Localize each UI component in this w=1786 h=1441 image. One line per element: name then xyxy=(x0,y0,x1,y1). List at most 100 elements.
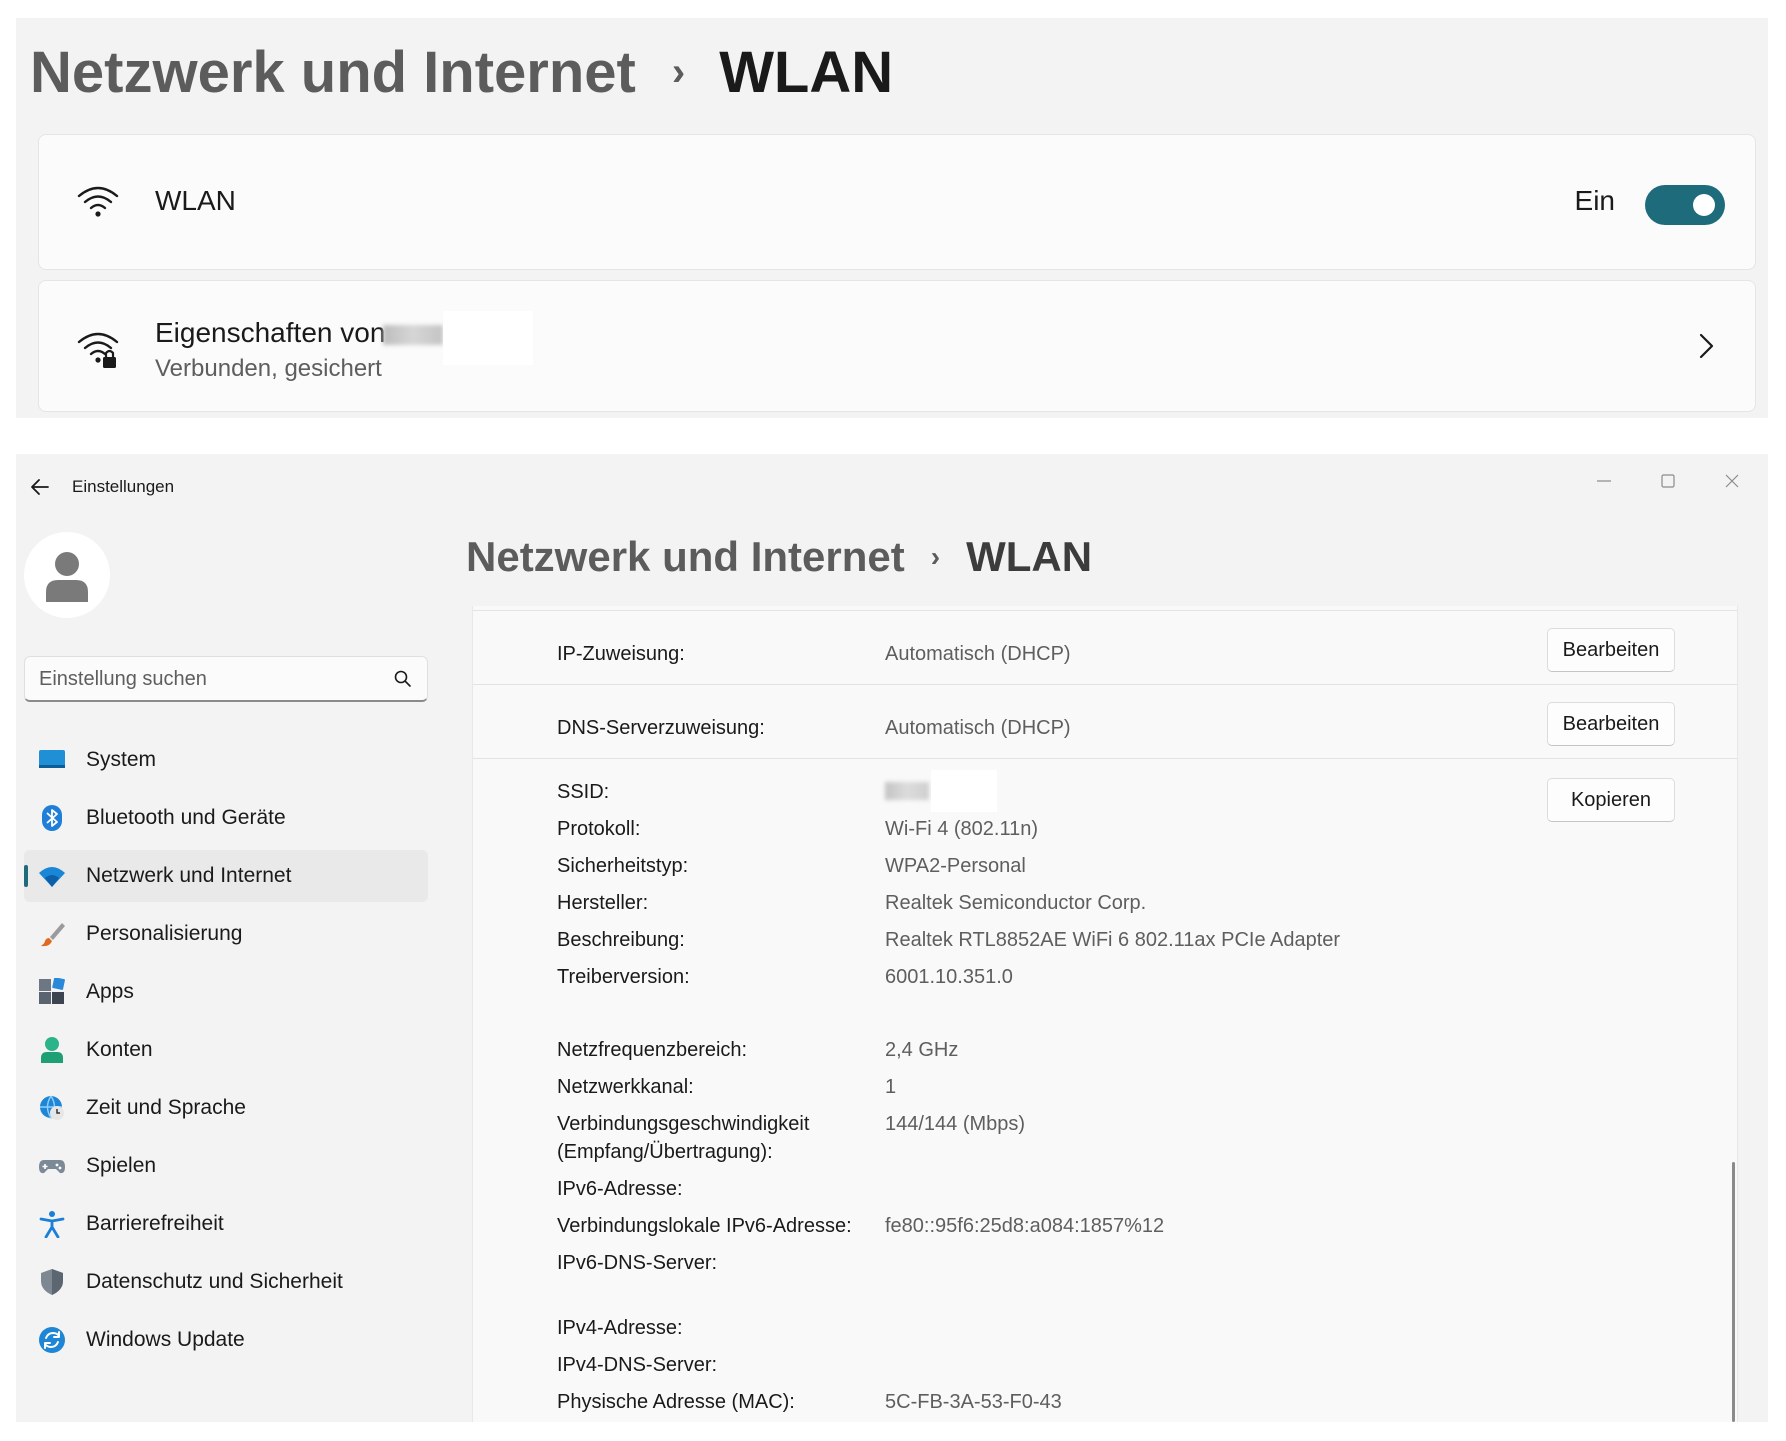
sidebar-item-label: Personalisierung xyxy=(86,922,243,945)
dns-assignment-label: DNS-Serverzuweisung: xyxy=(557,717,765,739)
row-divider xyxy=(473,684,1737,685)
breadcrumb: Netzwerk und Internet › WLAN xyxy=(30,32,893,112)
sidebar-item-label: Bluetooth und Geräte xyxy=(86,806,286,829)
sidebar-item-label: Netzwerk und Internet xyxy=(86,864,292,887)
redacted-network-name xyxy=(383,325,443,345)
driver-version-label: Treiberversion: xyxy=(557,966,690,988)
sidebar-item-label: System xyxy=(86,748,157,771)
sidebar-item-label: Zeit und Sprache xyxy=(86,1096,246,1119)
close-button[interactable] xyxy=(1710,464,1754,498)
breadcrumb-parent[interactable]: Netzwerk und Internet xyxy=(30,39,636,106)
sidebar-item-label: Windows Update xyxy=(86,1328,245,1351)
account-icon xyxy=(41,1037,63,1063)
sidebar-item-label: Spielen xyxy=(86,1154,157,1177)
sidebar-item-accounts[interactable]: Konten xyxy=(24,1024,428,1076)
wlan-toggle-card: WLAN Ein xyxy=(38,134,1756,270)
minimize-icon xyxy=(1597,480,1611,482)
frequency-band-label: Netzfrequenzbereich: xyxy=(557,1039,748,1061)
sidebar-item-personalization[interactable]: Personalisierung xyxy=(24,908,428,960)
link-speed-label: Verbindungsgeschwindigkeit xyxy=(557,1113,810,1135)
manufacturer-label: Hersteller: xyxy=(557,892,649,914)
update-icon xyxy=(39,1327,65,1353)
close-icon xyxy=(1725,474,1739,488)
connection-status: Verbunden, gesichert xyxy=(155,355,382,382)
avatar[interactable] xyxy=(24,532,110,618)
mac-address-label: Physische Adresse (MAC): xyxy=(557,1391,795,1413)
description-label: Beschreibung: xyxy=(557,929,685,951)
wlan-toggle-switch[interactable] xyxy=(1645,185,1725,225)
time-language-icon xyxy=(40,1095,64,1120)
sidebar-item-bluetooth[interactable]: Bluetooth und Geräte xyxy=(24,792,428,844)
sidebar-item-accessibility[interactable]: Barrierefreiheit xyxy=(24,1198,428,1250)
active-indicator xyxy=(24,865,28,887)
breadcrumb-separator-icon: › xyxy=(930,541,941,572)
minimize-button[interactable] xyxy=(1582,464,1626,498)
vertical-scrollbar[interactable] xyxy=(1732,1162,1735,1422)
sidebar-nav: System Bluetooth und Geräte Netzwerk und… xyxy=(24,734,428,1372)
apps-icon xyxy=(39,978,65,1004)
redacted-ssid-value xyxy=(885,782,929,800)
chevron-right-icon xyxy=(1699,333,1714,359)
link-local-ipv6-value: fe80::95f6:25d8:a084:1857%12 xyxy=(885,1215,1165,1237)
ipv4-address-label: IPv4-Adresse: xyxy=(557,1317,683,1339)
title-bar: Einstellungen xyxy=(16,454,1768,514)
ipv4-dns-label: IPv4-DNS-Server: xyxy=(557,1354,718,1376)
copy-button[interactable]: Kopieren xyxy=(1547,778,1675,822)
wlan-toggle-state-label: Ein xyxy=(1574,185,1615,216)
back-button[interactable] xyxy=(24,472,56,502)
maximize-icon xyxy=(1661,474,1675,488)
mac-address-value: 5C-FB-3A-53-F0-43 xyxy=(885,1391,1062,1413)
wlan-card-title: WLAN xyxy=(155,185,236,216)
edit-ip-assignment-button[interactable]: Bearbeiten xyxy=(1547,628,1675,672)
sidebar-item-windows-update[interactable]: Windows Update xyxy=(24,1314,428,1366)
properties-card-title: Eigenschaften von xyxy=(155,317,386,348)
sidebar-item-gaming[interactable]: Spielen xyxy=(24,1140,428,1192)
breadcrumb-parent[interactable]: Netzwerk und Internet xyxy=(466,533,905,581)
link-local-ipv6-label: Verbindungslokale IPv6-Adresse: xyxy=(557,1215,852,1237)
app-title: Einstellungen xyxy=(72,477,175,496)
sidebar-item-label: Datenschutz und Sicherheit xyxy=(86,1270,343,1293)
security-type-value: WPA2-Personal xyxy=(885,855,1026,877)
link-speed-label-continued: (Empfang/Übertragung): xyxy=(557,1141,773,1163)
settings-window: Einstellungen System xyxy=(16,454,1768,1422)
dns-assignment-value: Automatisch (DHCP) xyxy=(885,717,1071,739)
brush-icon xyxy=(41,923,65,947)
back-arrow-icon xyxy=(31,479,49,495)
network-channel-label: Netzwerkkanal: xyxy=(557,1076,694,1098)
row-divider xyxy=(473,610,1737,611)
ip-assignment-label: IP-Zuweisung: xyxy=(557,643,685,665)
sidebar-item-privacy-security[interactable]: Datenschutz und Sicherheit xyxy=(24,1256,428,1308)
ip-assignment-value: Automatisch (DHCP) xyxy=(885,643,1071,665)
sidebar-item-network[interactable]: Netzwerk und Internet xyxy=(24,850,428,902)
system-icon xyxy=(39,750,65,768)
wlan-header-panel: Netzwerk und Internet › WLAN WLAN Ein Ei… xyxy=(16,18,1768,418)
edit-dns-assignment-button[interactable]: Bearbeiten xyxy=(1547,702,1675,746)
redaction-mask xyxy=(931,770,997,812)
wlan-properties-panel: IP-Zuweisung: Automatisch (DHCP) Bearbei… xyxy=(472,606,1738,1422)
breadcrumb-separator-icon: › xyxy=(671,49,686,94)
protocol-value: Wi-Fi 4 (802.11n) xyxy=(885,818,1039,840)
security-type-label: Sicherheitstyp: xyxy=(557,855,689,877)
sidebar-item-label: Konten xyxy=(86,1038,153,1061)
sidebar-item-system[interactable]: System xyxy=(24,734,428,786)
driver-version-value: 6001.10.351.0 xyxy=(885,966,1013,988)
network-icon xyxy=(39,867,65,887)
ipv6-address-label: IPv6-Adresse: xyxy=(557,1178,683,1200)
breadcrumb-current: WLAN xyxy=(966,533,1093,580)
manufacturer-value: Realtek Semiconductor Corp. xyxy=(885,892,1147,914)
gamepad-icon xyxy=(39,1160,65,1174)
sidebar-item-time-language[interactable]: Zeit und Sprache xyxy=(24,1082,428,1134)
maximize-button[interactable] xyxy=(1646,464,1690,498)
settings-search xyxy=(24,656,428,702)
toggle-knob xyxy=(1693,194,1715,216)
network-properties-card[interactable]: Eigenschaften von Verbunden, gesichert xyxy=(38,280,1756,412)
wifi-lock-icon xyxy=(77,332,119,368)
page-breadcrumb: Netzwerk und Internet › WLAN xyxy=(466,532,1092,582)
user-icon xyxy=(46,552,88,602)
sidebar-item-label: Apps xyxy=(86,980,134,1003)
search-input[interactable] xyxy=(25,657,385,701)
redaction-mask xyxy=(443,311,533,365)
search-icon[interactable] xyxy=(393,669,413,689)
sidebar-item-apps[interactable]: Apps xyxy=(24,966,428,1018)
network-channel-value: 1 xyxy=(885,1076,897,1098)
